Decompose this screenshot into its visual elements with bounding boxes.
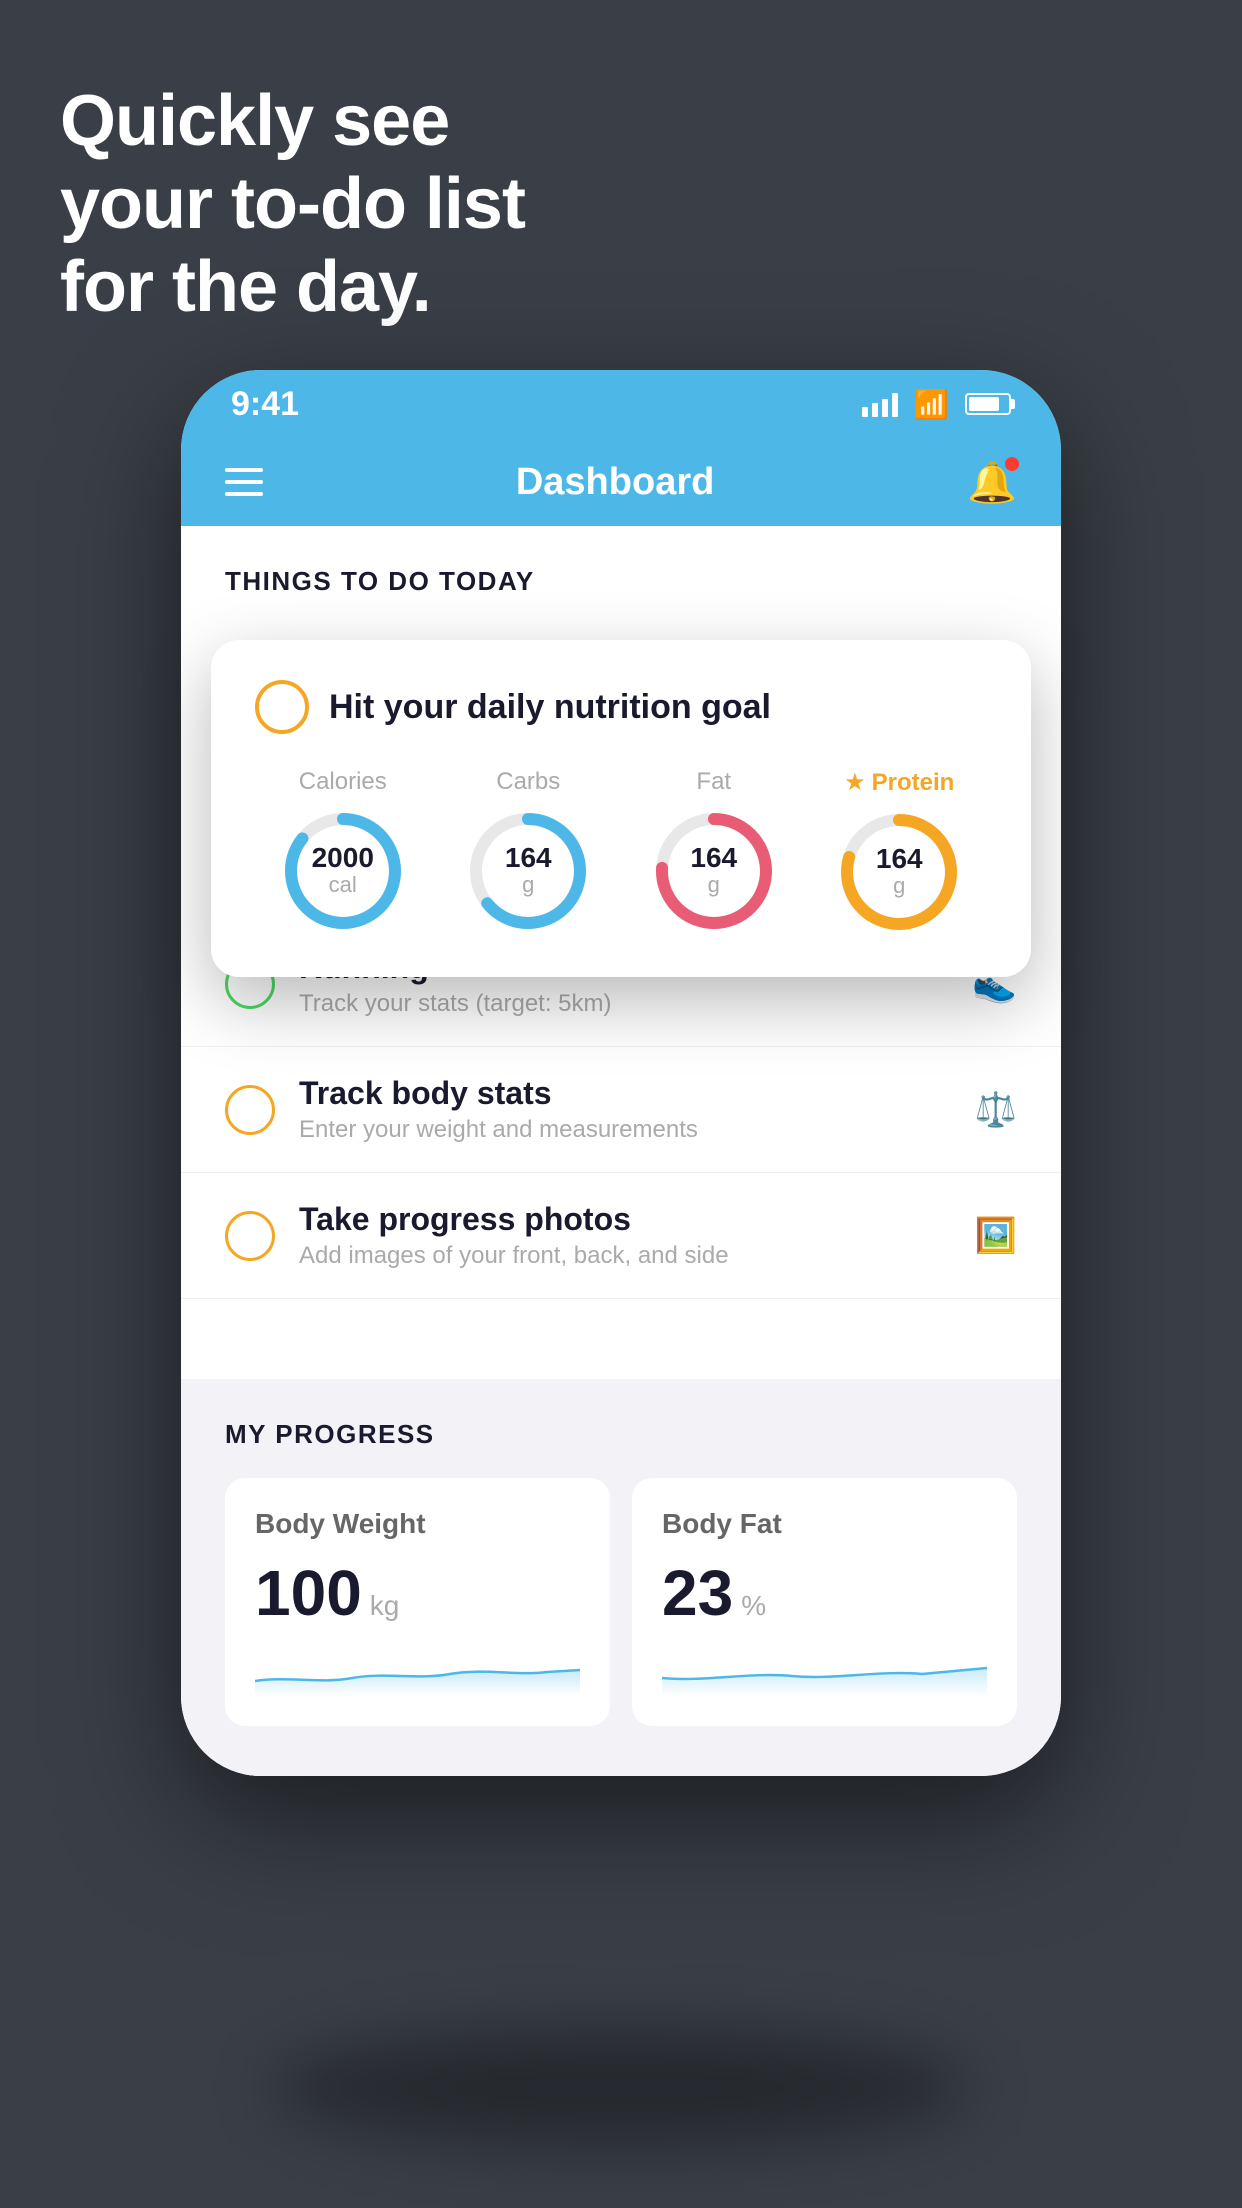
scale-icon: ⚖️ [975, 1090, 1017, 1130]
photos-title: Take progress photos [299, 1201, 951, 1238]
status-bar: 9:41 📶 [181, 370, 1061, 438]
status-time: 9:41 [231, 385, 299, 424]
notification-button[interactable]: 🔔 [967, 459, 1017, 506]
body-fat-title: Body Fat [662, 1508, 987, 1540]
calories-unit: cal [312, 872, 374, 898]
body-stats-info: Track body stats Enter your weight and m… [299, 1075, 951, 1144]
body-weight-card[interactable]: Body Weight 100 kg [225, 1478, 610, 1726]
nutrition-card: Hit your daily nutrition goal Calories 2… [211, 640, 1031, 977]
carbs-unit: g [505, 872, 552, 898]
stat-fat: Fat 164 g [649, 768, 779, 937]
photos-circle [225, 1211, 275, 1261]
body-weight-title: Body Weight [255, 1508, 580, 1540]
protein-unit: g [876, 873, 923, 899]
protein-donut: 164 g [834, 807, 964, 937]
body-stats-title: Track body stats [299, 1075, 951, 1112]
notification-dot [1005, 457, 1019, 471]
carbs-label: Carbs [496, 768, 560, 796]
body-fat-unit: % [741, 1590, 766, 1622]
body-fat-card[interactable]: Body Fat 23 % [632, 1478, 1017, 1726]
stat-protein: ★ Protein 164 g [834, 768, 964, 937]
protein-label: Protein [872, 769, 955, 797]
star-icon: ★ [844, 768, 866, 797]
fat-donut: 164 g [649, 806, 779, 936]
battery-icon [965, 393, 1011, 415]
fat-unit: g [690, 872, 737, 898]
body-weight-unit: kg [370, 1590, 400, 1622]
nutrition-card-title: Hit your daily nutrition goal [329, 688, 771, 727]
body-stats-circle [225, 1085, 275, 1135]
stat-carbs: Carbs 164 g [463, 768, 593, 937]
nutrition-circle-check [255, 680, 309, 734]
body-fat-value: 23 [662, 1556, 733, 1630]
running-subtitle: Track your stats (target: 5km) [299, 990, 948, 1018]
progress-section: MY PROGRESS Body Weight 100 kg [181, 1379, 1061, 1776]
body-fat-value-row: 23 % [662, 1556, 987, 1630]
todo-item-photos[interactable]: Take progress photos Add images of your … [181, 1173, 1061, 1299]
body-stats-subtitle: Enter your weight and measurements [299, 1116, 951, 1144]
photos-subtitle: Add images of your front, back, and side [299, 1242, 951, 1270]
hamburger-menu[interactable] [225, 468, 263, 496]
body-fat-chart [662, 1646, 987, 1696]
body-weight-value: 100 [255, 1556, 362, 1630]
fat-value: 164 [690, 844, 737, 872]
phone-shadow-ellipse [271, 2028, 971, 2148]
things-heading: THINGS TO DO TODAY [181, 526, 1061, 621]
fat-label: Fat [696, 768, 731, 796]
signal-icon [862, 391, 898, 417]
portrait-icon: 🖼️ [975, 1216, 1017, 1256]
calories-label: Calories [299, 768, 387, 796]
body-weight-chart [255, 1646, 580, 1696]
nutrition-stats: Calories 2000 cal Carbs [255, 768, 987, 937]
calories-value: 2000 [312, 844, 374, 872]
protein-label-row: ★ Protein [844, 768, 954, 797]
status-icons: 📶 [862, 388, 1011, 421]
carbs-donut: 164 g [463, 806, 593, 936]
progress-heading: MY PROGRESS [225, 1419, 1017, 1450]
phone-frame: 9:41 📶 Dashbo [181, 370, 1061, 1776]
carbs-value: 164 [505, 844, 552, 872]
wifi-icon: 📶 [914, 388, 949, 421]
calories-donut: 2000 cal [278, 806, 408, 936]
body-weight-value-row: 100 kg [255, 1556, 580, 1630]
stat-calories: Calories 2000 cal [278, 768, 408, 937]
hero-text: Quickly see your to-do list for the day. [60, 80, 525, 328]
progress-cards: Body Weight 100 kg [225, 1478, 1017, 1726]
card-title-row: Hit your daily nutrition goal [255, 680, 987, 734]
app-title: Dashboard [516, 461, 714, 504]
todo-item-body-stats[interactable]: Track body stats Enter your weight and m… [181, 1047, 1061, 1173]
photos-info: Take progress photos Add images of your … [299, 1201, 951, 1270]
protein-value: 164 [876, 845, 923, 873]
app-header: Dashboard 🔔 [181, 438, 1061, 526]
